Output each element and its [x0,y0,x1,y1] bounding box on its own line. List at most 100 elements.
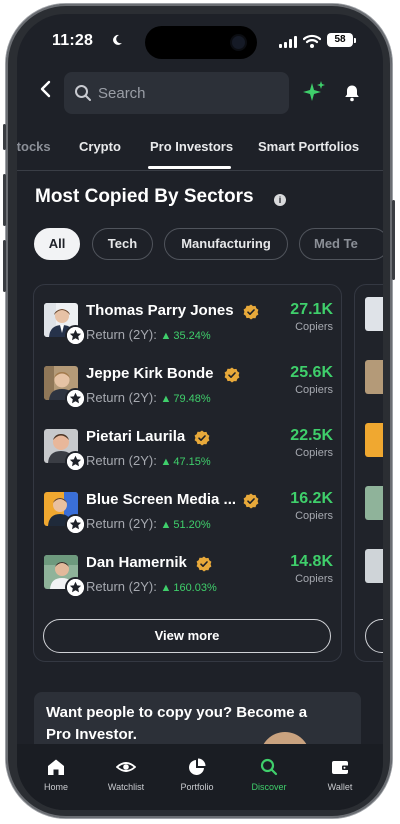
return-line: Return (2Y): ▲ 160.03% [86,579,217,594]
return-label: Return (2Y): [86,390,157,405]
nav-discover[interactable]: Discover [239,758,299,792]
copiers-label: Copiers [295,510,333,522]
chip-med-tech[interactable]: Med Te [299,228,383,260]
view-more-button[interactable] [365,619,383,653]
dynamic-island [145,26,257,59]
search-placeholder: Search [98,85,146,102]
return-line: Return (2Y): ▲ 51.20% [86,516,211,531]
wallet-icon [332,761,349,774]
avatar [365,297,383,331]
arrow-up-icon: ▲ [160,456,172,468]
nav-home[interactable]: Home [26,758,86,792]
copiers-count: 25.6K [290,364,333,381]
bottom-navigation: Home Watchlist Portfolio Discover Wallet [17,744,383,810]
avatar [365,486,383,520]
nav-label: Home [43,782,68,792]
active-tab-indicator [148,166,231,169]
arrow-up-icon: ▲ [160,330,172,342]
watchlist-icon [116,762,136,772]
view-more-button[interactable]: View more [43,619,331,653]
status-time: 11:28 [52,32,94,49]
investor-name: Dan Hamernik [86,554,187,571]
verified-badge-icon [243,304,259,320]
copiers-count: 14.8K [290,553,333,570]
verified-badge-icon [194,430,210,446]
category-tabs: Stocks Crypto Pro Investors Smart Portfo… [17,132,383,171]
copiers-count: 27.1K [290,301,333,318]
return-value: 51.20% [173,519,211,531]
nav-watchlist[interactable]: Watchlist [96,758,156,792]
tab-pro-investors[interactable]: Pro Investors [150,139,233,154]
avatar [365,549,383,583]
arrow-up-icon: ▲ [160,582,172,594]
sparkle-ai-icon[interactable] [302,80,326,104]
return-line: Return (2Y): ▲ 47.15% [86,453,211,468]
return-label: Return (2Y): [86,453,157,468]
copiers-label: Copiers [295,384,333,396]
return-value: 35.24% [173,330,211,342]
app-screen: 11:28 58 Search Stocks Crypto Pro Invest… [17,14,383,810]
copiers-label: Copiers [295,447,333,459]
search-icon [75,85,91,101]
power-button [392,200,395,280]
nav-label: Portfolio [180,782,214,792]
copiers-count: 16.2K [290,490,333,507]
return-line: Return (2Y): ▲ 79.48% [86,390,211,405]
chip-all[interactable]: All [34,228,80,260]
chip-manufacturing[interactable]: Manufacturing [164,228,288,260]
next-sector-card[interactable] [354,284,383,662]
back-arrow-icon[interactable] [38,78,54,100]
star-badge-icon [65,325,86,346]
list-item[interactable]: Blue Screen Media ... Return (2Y): ▲ 51.2… [34,486,343,542]
nav-wallet[interactable]: Wallet [310,758,370,792]
moon-icon [113,34,122,45]
copiers-label: Copiers [295,321,333,333]
list-item[interactable]: Dan Hamernik Return (2Y): ▲ 160.03% 14.8K… [34,549,343,605]
list-item[interactable]: Jeppe Kirk Bonde Return (2Y): ▲ 79.48% 25… [34,360,343,416]
search-icon [260,758,278,776]
investors-card: Thomas Parry Jones Return (2Y): ▲ 35.24% … [33,284,342,662]
search-input[interactable]: Search [64,72,289,114]
pie-chart-icon [189,758,206,775]
return-value: 160.03% [173,582,217,594]
avatar [365,423,383,457]
tab-crypto[interactable]: Crypto [79,139,121,154]
investor-name: Jeppe Kirk Bonde [86,365,214,382]
tab-smart-portfolios[interactable]: Smart Portfolios [258,139,359,154]
avatar [365,360,383,394]
nav-portfolio[interactable]: Portfolio [167,758,227,792]
home-icon [48,759,64,775]
investor-name: Blue Screen Media ... [86,491,237,508]
return-label: Return (2Y): [86,579,157,594]
section-title: Most Copied By Sectors [35,186,254,207]
cellular-signal-icon [279,36,297,48]
return-value: 47.15% [173,456,211,468]
list-item[interactable]: Pietari Laurila Return (2Y): ▲ 47.15% 22.… [34,423,343,479]
star-badge-icon [65,451,86,472]
verified-badge-icon [196,556,212,572]
nav-label: Discover [251,782,287,792]
copiers-count: 22.5K [290,427,333,444]
nav-label: Wallet [327,782,353,792]
chip-tech[interactable]: Tech [92,228,153,260]
return-line: Return (2Y): ▲ 35.24% [86,327,211,342]
battery-indicator: 58 [327,33,356,47]
info-icon[interactable]: i [274,194,286,206]
star-badge-icon [65,577,86,598]
return-value: 79.48% [173,393,211,405]
volume-down-button [3,240,6,292]
copiers-label: Copiers [295,573,333,585]
verified-badge-icon [243,493,259,509]
arrow-up-icon: ▲ [160,393,172,405]
nav-label: Watchlist [107,782,145,792]
star-badge-icon [65,388,86,409]
investor-name: Thomas Parry Jones [86,302,234,319]
arrow-up-icon: ▲ [160,519,172,531]
list-item[interactable]: Thomas Parry Jones Return (2Y): ▲ 35.24% … [34,297,343,353]
investor-name: Pietari Laurila [86,428,186,445]
verified-badge-icon [224,367,240,383]
return-label: Return (2Y): [86,516,157,531]
bell-icon[interactable] [343,84,361,102]
tab-stocks[interactable]: Stocks [17,139,51,154]
action-button [3,124,6,150]
